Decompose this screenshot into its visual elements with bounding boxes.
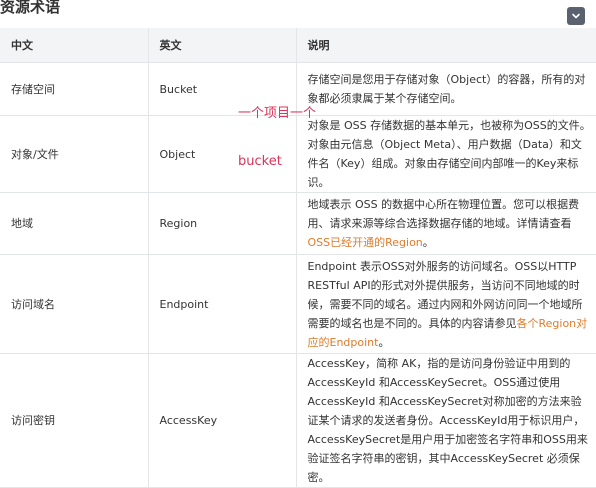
term-description: 对象是 OSS 存储数据的基本单元，也被称为OSS的文件。对象由元信息（Obje…	[296, 115, 596, 193]
chevron-down-icon	[572, 13, 580, 19]
handwritten-annotation: 一个项目一个 bucket	[238, 74, 316, 186]
table-header-row: 中文 英文 说明	[0, 28, 596, 63]
term-english: AccessKey	[148, 353, 297, 488]
table-row: 访问密钥 AccessKey AccessKey，简称 AK，指的是访问身份验证…	[0, 353, 596, 488]
term-description: Endpoint 表示OSS对外服务的访问域名。OSS以HTTP RESTful…	[296, 254, 596, 354]
term-chinese: 存储空间	[0, 62, 149, 116]
page-title: 资源术语	[0, 0, 61, 16]
description-end: 。	[378, 335, 390, 349]
term-description: 存储空间是您用于存储对象（Object）的容器，所有的对象都必须隶属于某个存储空…	[296, 62, 596, 116]
description-end: 。	[422, 236, 434, 249]
term-chinese: 对象/文件	[0, 115, 149, 193]
term-chinese: 访问域名	[0, 254, 149, 354]
column-header-chinese: 中文	[0, 28, 149, 63]
table-row: 访问域名 Endpoint Endpoint 表示OSS对外服务的访问域名。OS…	[0, 254, 596, 354]
region-list-link[interactable]: OSS已经开通的Region	[308, 236, 423, 249]
term-english: Endpoint	[148, 254, 297, 354]
term-description: AccessKey，简称 AK，指的是访问身份验证中用到的AccessKeyId…	[296, 353, 596, 488]
description-text: 地域表示 OSS 的数据中心所在物理位置。您可以根据费用、请求来源等综合选择数据…	[307, 198, 580, 230]
term-chinese: 访问密钥	[0, 353, 149, 488]
term-chinese: 地域	[0, 192, 149, 255]
collapse-button[interactable]	[567, 7, 585, 25]
column-header-english: 英文	[148, 28, 297, 63]
table-row: 地域 Region 地域表示 OSS 的数据中心所在物理位置。您可以根据费用、请…	[0, 192, 596, 255]
annotation-line-1: 一个项目一个	[238, 106, 317, 121]
term-description: 地域表示 OSS 的数据中心所在物理位置。您可以根据费用、请求来源等综合选择数据…	[296, 192, 596, 255]
term-english: Region	[148, 192, 297, 255]
column-header-description: 说明	[296, 28, 596, 63]
annotation-line-2: bucket	[238, 154, 282, 169]
